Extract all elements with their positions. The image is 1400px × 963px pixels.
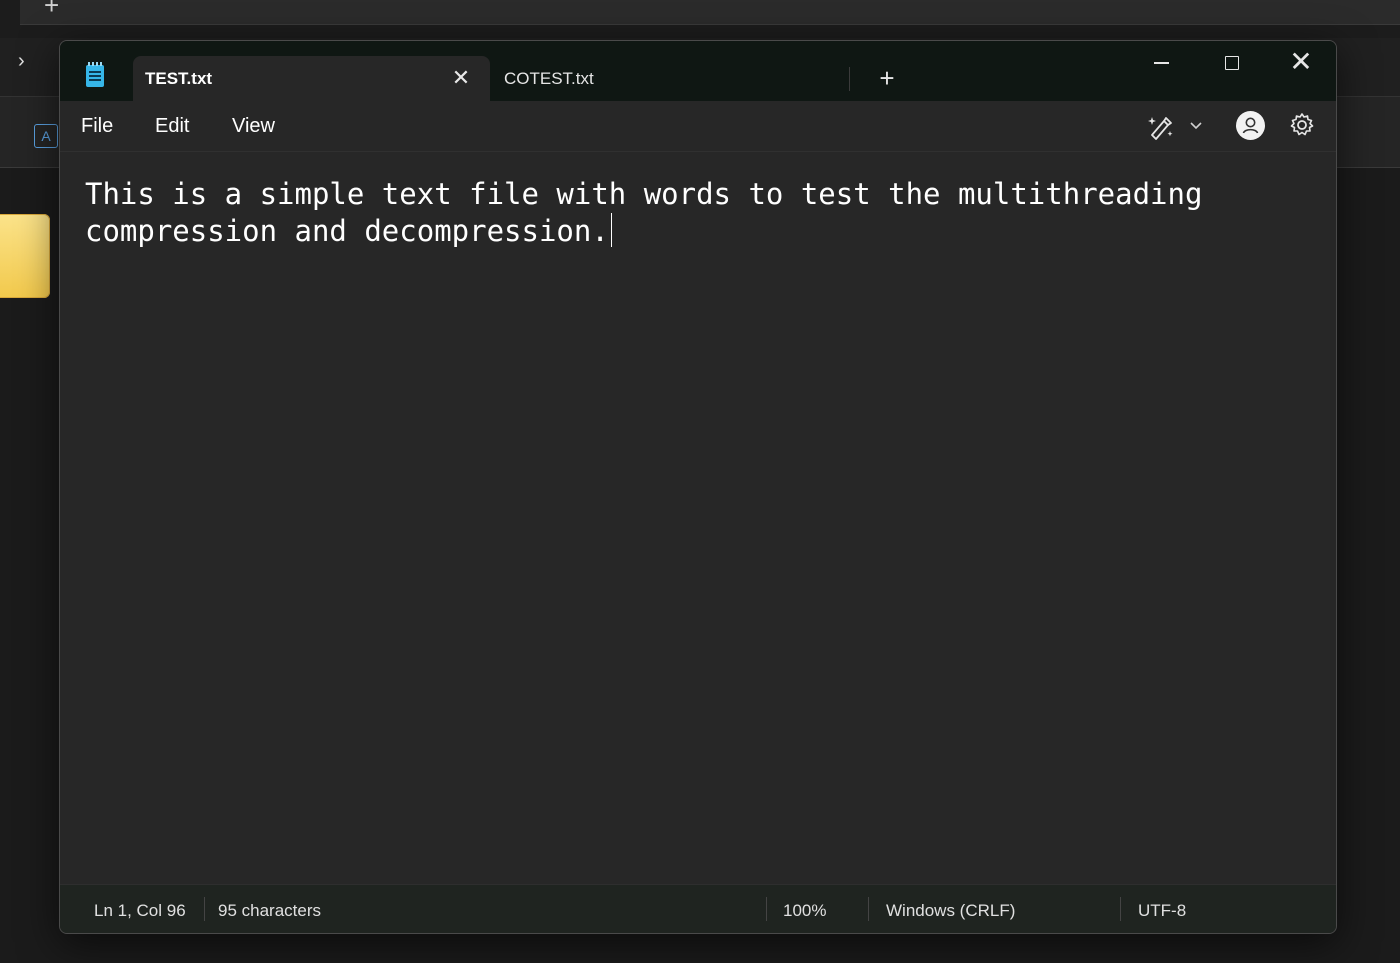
copilot-icon[interactable] <box>1146 113 1176 141</box>
status-bar: Ln 1, Col 96 95 characters 100% Windows … <box>60 884 1336 933</box>
close-window-button[interactable]: ✕ <box>1266 41 1336 85</box>
chevron-down-icon[interactable] <box>1186 113 1206 137</box>
notepad-window: TEST.txt ✕ COTEST.txt + ✕ File Edit View <box>59 40 1337 934</box>
tab-divider <box>849 67 850 91</box>
background-chevron-right-icon[interactable]: › <box>18 50 25 73</box>
titlebar: TEST.txt ✕ COTEST.txt + ✕ <box>60 41 1336 101</box>
tab-test-txt[interactable]: TEST.txt ✕ <box>133 56 490 101</box>
editor-text: This is a simple text file with words to… <box>85 177 1220 248</box>
status-divider <box>1120 897 1121 921</box>
background-folder-icon[interactable] <box>0 214 50 298</box>
menu-edit[interactable]: Edit <box>155 115 189 138</box>
tab-label: TEST.txt <box>145 69 213 88</box>
background-translate-icon[interactable]: A <box>34 124 58 148</box>
maximize-button[interactable] <box>1196 41 1266 85</box>
account-icon[interactable] <box>1236 111 1265 140</box>
minimize-button[interactable] <box>1126 41 1196 85</box>
character-count: 95 characters <box>218 901 321 920</box>
close-icon[interactable]: ✕ <box>449 66 473 90</box>
text-caret <box>610 213 613 247</box>
editor-content[interactable]: This is a simple text file with words to… <box>85 176 1295 250</box>
notepad-icon <box>86 62 104 87</box>
plus-icon[interactable]: + <box>872 63 902 93</box>
cursor-position: Ln 1, Col 96 <box>94 901 186 920</box>
menu-view[interactable]: View <box>232 115 275 138</box>
gear-icon[interactable] <box>1288 111 1316 139</box>
tab-cotest-txt[interactable]: COTEST.txt <box>492 56 850 101</box>
status-divider <box>868 897 869 921</box>
zoom-level[interactable]: 100% <box>783 901 826 921</box>
status-divider <box>204 897 205 921</box>
background-plus-icon[interactable]: + <box>44 0 59 21</box>
status-divider <box>766 897 767 921</box>
menu-bar: File Edit View <box>60 101 1336 152</box>
menu-file[interactable]: File <box>81 115 113 138</box>
encoding[interactable]: UTF-8 <box>1138 901 1186 921</box>
text-editor[interactable]: This is a simple text file with words to… <box>60 152 1336 883</box>
tab-label: COTEST.txt <box>504 69 594 88</box>
line-ending[interactable]: Windows (CRLF) <box>886 901 1015 921</box>
background-window-titlebar: + <box>20 0 1400 25</box>
